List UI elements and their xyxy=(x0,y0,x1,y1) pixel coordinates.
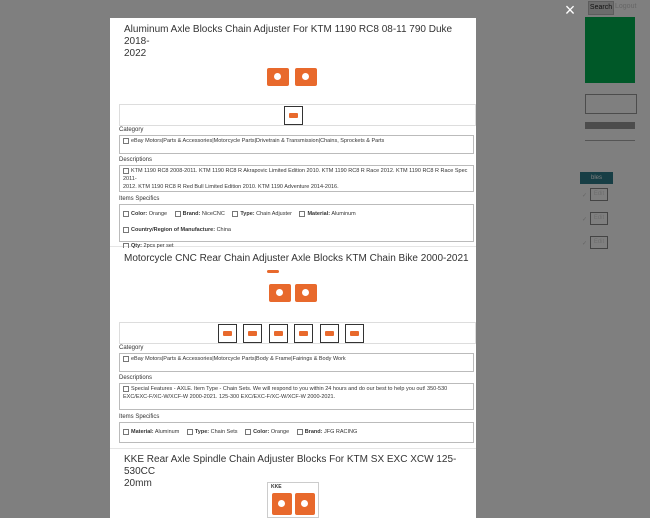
specifics-label: Items Specifics xyxy=(119,414,160,420)
category-field[interactable]: eBay Motors|Parts & Accessories|Motorcyc… xyxy=(119,353,474,372)
spec-item[interactable]: Country/Region of Manufacture: China xyxy=(123,222,231,238)
spec-item[interactable]: Type: Chain Sets xyxy=(186,424,238,441)
close-icon[interactable]: × xyxy=(562,1,578,19)
thumbnail[interactable] xyxy=(243,324,262,343)
category-label: Category xyxy=(119,345,144,351)
descriptions-label: Descriptions xyxy=(119,157,153,163)
checkbox[interactable] xyxy=(123,355,129,362)
checkbox[interactable] xyxy=(123,137,129,144)
product-title: Motorcycle CNC Rear Chain Adjuster Axle … xyxy=(124,253,469,264)
spec-item[interactable]: Type: Chain Adjuster xyxy=(232,206,292,222)
thumbnail[interactable] xyxy=(294,324,313,343)
description-field[interactable]: Special Features - AXLE. Item Type - Cha… xyxy=(119,383,474,410)
thumbnail[interactable] xyxy=(269,324,288,343)
spec-item[interactable]: Brand: JFG RACING xyxy=(296,424,357,441)
category-field[interactable]: eBay Motors|Parts & Accessories|Motorcyc… xyxy=(119,135,474,154)
thumbnail[interactable] xyxy=(320,324,339,343)
spec-item[interactable]: Color: Orange xyxy=(123,206,167,222)
thumbnail[interactable] xyxy=(218,324,237,343)
thumbnail-strip xyxy=(119,322,476,344)
kke-logo: KKE xyxy=(271,484,282,490)
spec-item[interactable]: Material: Aluminum xyxy=(123,424,179,441)
checkbox[interactable] xyxy=(123,167,129,174)
product-card: KKE Rear Axle Spindle Chain Adjuster Blo… xyxy=(110,450,476,518)
thumbnail-strip xyxy=(119,104,476,126)
product-image[interactable] xyxy=(267,270,319,306)
spec-item[interactable]: Color: Orange xyxy=(245,424,289,441)
description-field[interactable]: KTM 1190 RC8 2008-2011. KTM 1190 RC8 R A… xyxy=(119,165,474,192)
specifics-field: Color: Orange Brand: NiceCNC Type: Chain… xyxy=(119,204,474,249)
product-card: Motorcycle CNC Rear Chain Adjuster Axle … xyxy=(110,248,476,449)
thumbnail[interactable] xyxy=(284,106,303,125)
thumbnail[interactable] xyxy=(345,324,364,343)
spec-item[interactable]: Brand: NiceCNC xyxy=(174,206,225,222)
product-image[interactable]: KKE xyxy=(267,482,319,518)
product-card: Aluminum Axle Blocks Chain Adjuster For … xyxy=(110,18,476,249)
checkbox[interactable] xyxy=(123,385,129,392)
descriptions-label: Descriptions xyxy=(119,375,153,381)
specifics-label: Items Specifics xyxy=(119,196,160,202)
category-label: Category xyxy=(119,127,144,133)
product-title: Aluminum Axle Blocks Chain Adjuster For … xyxy=(124,24,453,59)
specifics-field: Material: Aluminum Type: Chain Sets Colo… xyxy=(119,422,474,443)
product-modal: Aluminum Axle Blocks Chain Adjuster For … xyxy=(110,18,476,518)
product-image[interactable] xyxy=(267,66,319,88)
spec-item[interactable]: Material: Aluminum xyxy=(299,206,356,222)
